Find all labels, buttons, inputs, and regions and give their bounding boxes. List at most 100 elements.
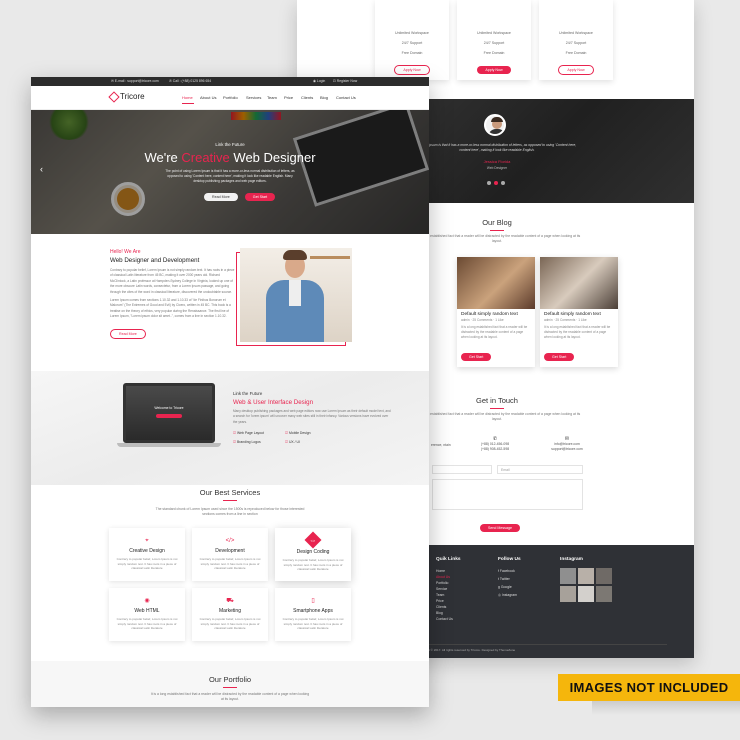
message-textarea[interactable]	[432, 479, 583, 510]
slider-dot-active[interactable]	[494, 181, 498, 185]
testimonial-dots	[487, 181, 505, 185]
laptop-screen: Welcome to Tricore	[123, 383, 215, 443]
get-start-button[interactable]: Get Start	[244, 193, 276, 201]
service-desc: Contrary to popular belief, Lorem Ipsum …	[116, 617, 178, 631]
blog-card: Default simply random text admin · 25 Co…	[540, 257, 618, 367]
blog-card-meta: admin · 25 Comments · 1 Like	[461, 318, 504, 322]
nav-services[interactable]: Services	[246, 95, 261, 100]
instagram-thumb[interactable]	[578, 568, 594, 584]
email-input[interactable]: Email	[497, 465, 583, 474]
blog-card: Default simply random text admin · 25 Co…	[457, 257, 535, 367]
apply-now-button[interactable]: Apply Now	[558, 65, 594, 75]
main-navbar: Tricore Home About Us Portfolio Services…	[31, 86, 429, 110]
feature-item: ☑ UX / UI	[285, 440, 300, 445]
target-icon: ⌖	[145, 538, 149, 544]
laptop-screen-text: Welcome to Tricore	[154, 406, 184, 410]
pricing-feature: Free Domain	[565, 51, 587, 55]
nav-clients[interactable]: Clients	[301, 95, 313, 100]
about-section: Hello! We Are Web Designer and Developme…	[110, 249, 235, 340]
send-message-button[interactable]: Send Message	[480, 524, 520, 532]
contact-email: ✉ info@tricore.com support@tricore.com	[547, 436, 587, 452]
service-desc: Contrary to popular belief, Lorem Ipsum …	[282, 617, 344, 631]
pricing-feature: 24/7 Support	[565, 41, 587, 45]
service-card-smartphone-apps[interactable]: ▯ Smartphone Apps Contrary to popular be…	[275, 588, 351, 641]
social-link[interactable]: Twitter	[500, 577, 510, 581]
service-desc: Contrary to popular belief, Lorem Ipsum …	[282, 558, 344, 572]
contact-address-partial: erence, ntain	[431, 443, 451, 447]
apply-now-button[interactable]: Apply Now	[477, 66, 511, 74]
nav-blog[interactable]: Blog	[320, 95, 328, 100]
read-more-button[interactable]: Read More	[110, 328, 146, 339]
read-more-button[interactable]: Read More	[204, 193, 238, 201]
service-name: Smartphone Apps	[293, 608, 333, 614]
portfolio-section: Our Portfolio It is a long established f…	[31, 661, 429, 707]
instagram-thumb[interactable]	[596, 568, 612, 584]
pricing-feature: Unlimited Workspace	[477, 31, 511, 35]
nav-about[interactable]: About Us	[200, 95, 216, 100]
service-card-marketing[interactable]: ⛟ Marketing Contrary to popular belief, …	[192, 588, 268, 641]
nav-price[interactable]: Price	[284, 95, 293, 100]
service-card-creative-design[interactable]: ⌖ Creative Design Contrary to popular be…	[109, 528, 185, 581]
pricing-card: Unlimited Workspace 24/7 Support Free Do…	[539, 0, 613, 80]
service-name: Creative Design	[129, 548, 165, 554]
service-name: Design Coding	[296, 549, 330, 555]
service-name: Marketing	[219, 608, 241, 614]
service-icon-badge: <>	[304, 531, 322, 549]
instagram-thumb[interactable]	[596, 586, 612, 602]
social-link[interactable]: Facebook	[500, 569, 515, 573]
footer-link[interactable]: Contact Us	[436, 616, 461, 622]
apply-now-button[interactable]: Apply Now	[394, 65, 430, 75]
nav-home[interactable]: Home	[182, 95, 193, 100]
social-link[interactable]: Google	[501, 585, 512, 589]
get-start-button[interactable]: Get Start	[544, 353, 575, 361]
social-link[interactable]: Instagram	[502, 593, 517, 597]
testimonial-quote: Lorem Ipsum is that it has a more-or-les…	[417, 143, 577, 152]
feature-item: ☑ Web Page Layout	[233, 431, 264, 436]
blog-image	[540, 257, 618, 309]
feature-item: ☑ Mobile Design	[285, 431, 311, 436]
chevron-left-icon[interactable]: ‹	[40, 164, 43, 174]
slider-dot[interactable]	[487, 181, 491, 185]
get-start-button[interactable]: Get Start	[461, 353, 492, 361]
images-not-included-badge: IMAGES NOT INCLUDED	[558, 674, 740, 701]
service-name: Development	[215, 548, 245, 554]
code-icon: <>	[310, 537, 316, 543]
service-card-development[interactable]: </> Development Contrary to popular beli…	[192, 528, 268, 581]
service-desc: Contrary to popular belief, Lorem Ipsum …	[116, 557, 178, 571]
pricing-feature: 24/7 Support	[401, 41, 423, 45]
blog-card-excerpt: It is a long established fact that a rea…	[461, 325, 528, 339]
brand-logo[interactable]: Tricore	[108, 90, 145, 103]
nav-team[interactable]: Team	[267, 95, 277, 100]
front-page-mockup: ✉ E-mail : support@tricore.com ✆ Call : …	[31, 77, 429, 707]
nav-contact[interactable]: Contact Us	[336, 95, 356, 100]
instagram-thumb[interactable]	[578, 586, 594, 602]
service-desc: Contrary to popular belief, Lorem Ipsum …	[199, 617, 261, 631]
name-input[interactable]	[432, 465, 492, 474]
logo-icon	[108, 90, 120, 103]
slider-dot[interactable]	[501, 181, 505, 185]
nav-portfolio[interactable]: Portfolio	[223, 95, 238, 100]
about-paragraph: Lorem Ipsum comes from sections 1.10.32 …	[110, 298, 231, 319]
instagram-thumb[interactable]	[560, 568, 576, 584]
blog-card-meta: admin · 25 Comments · 1 Like	[544, 318, 587, 322]
instagram-thumb[interactable]	[560, 586, 576, 602]
topbar-email: ✉ E-mail : support@tricore.com	[111, 79, 159, 83]
about-paragraph: Contrary to popular belief, Lorem Ipsum …	[110, 268, 235, 294]
login-link[interactable]: ◉ Login	[313, 77, 325, 86]
hero-text: The point of using Lorem Ipsum is that i…	[165, 169, 295, 183]
badge-shadow	[592, 701, 740, 715]
contact-phone: ✆ (+88) 012-456-098 (+88) 908-452-598	[475, 436, 515, 452]
pricing-feature: 24/7 Support	[483, 41, 505, 45]
register-link[interactable]: ⊡ Register Now	[333, 77, 357, 86]
service-card-design-coding[interactable]: <> Design Coding Contrary to popular bel…	[275, 528, 351, 581]
blog-card-title[interactable]: Default simply random text	[540, 309, 618, 317]
pricing-feature: Unlimited Workspace	[559, 31, 593, 35]
hero-slider: Link the Future We're Creative Web Desig…	[31, 110, 429, 234]
blog-card-title[interactable]: Default simply random text	[457, 309, 535, 317]
service-card-web-html[interactable]: ◉ Web HTML Contrary to popular belief, L…	[109, 588, 185, 641]
follow-us-title: Follow Us	[498, 557, 521, 562]
quick-links: Quik Links Home About Us Portfolio Servi…	[436, 557, 461, 622]
brand-name: Tricore	[120, 92, 145, 101]
about-kicker: Hello! We Are	[110, 249, 141, 255]
pricing-feature: Unlimited Workspace	[395, 31, 429, 35]
